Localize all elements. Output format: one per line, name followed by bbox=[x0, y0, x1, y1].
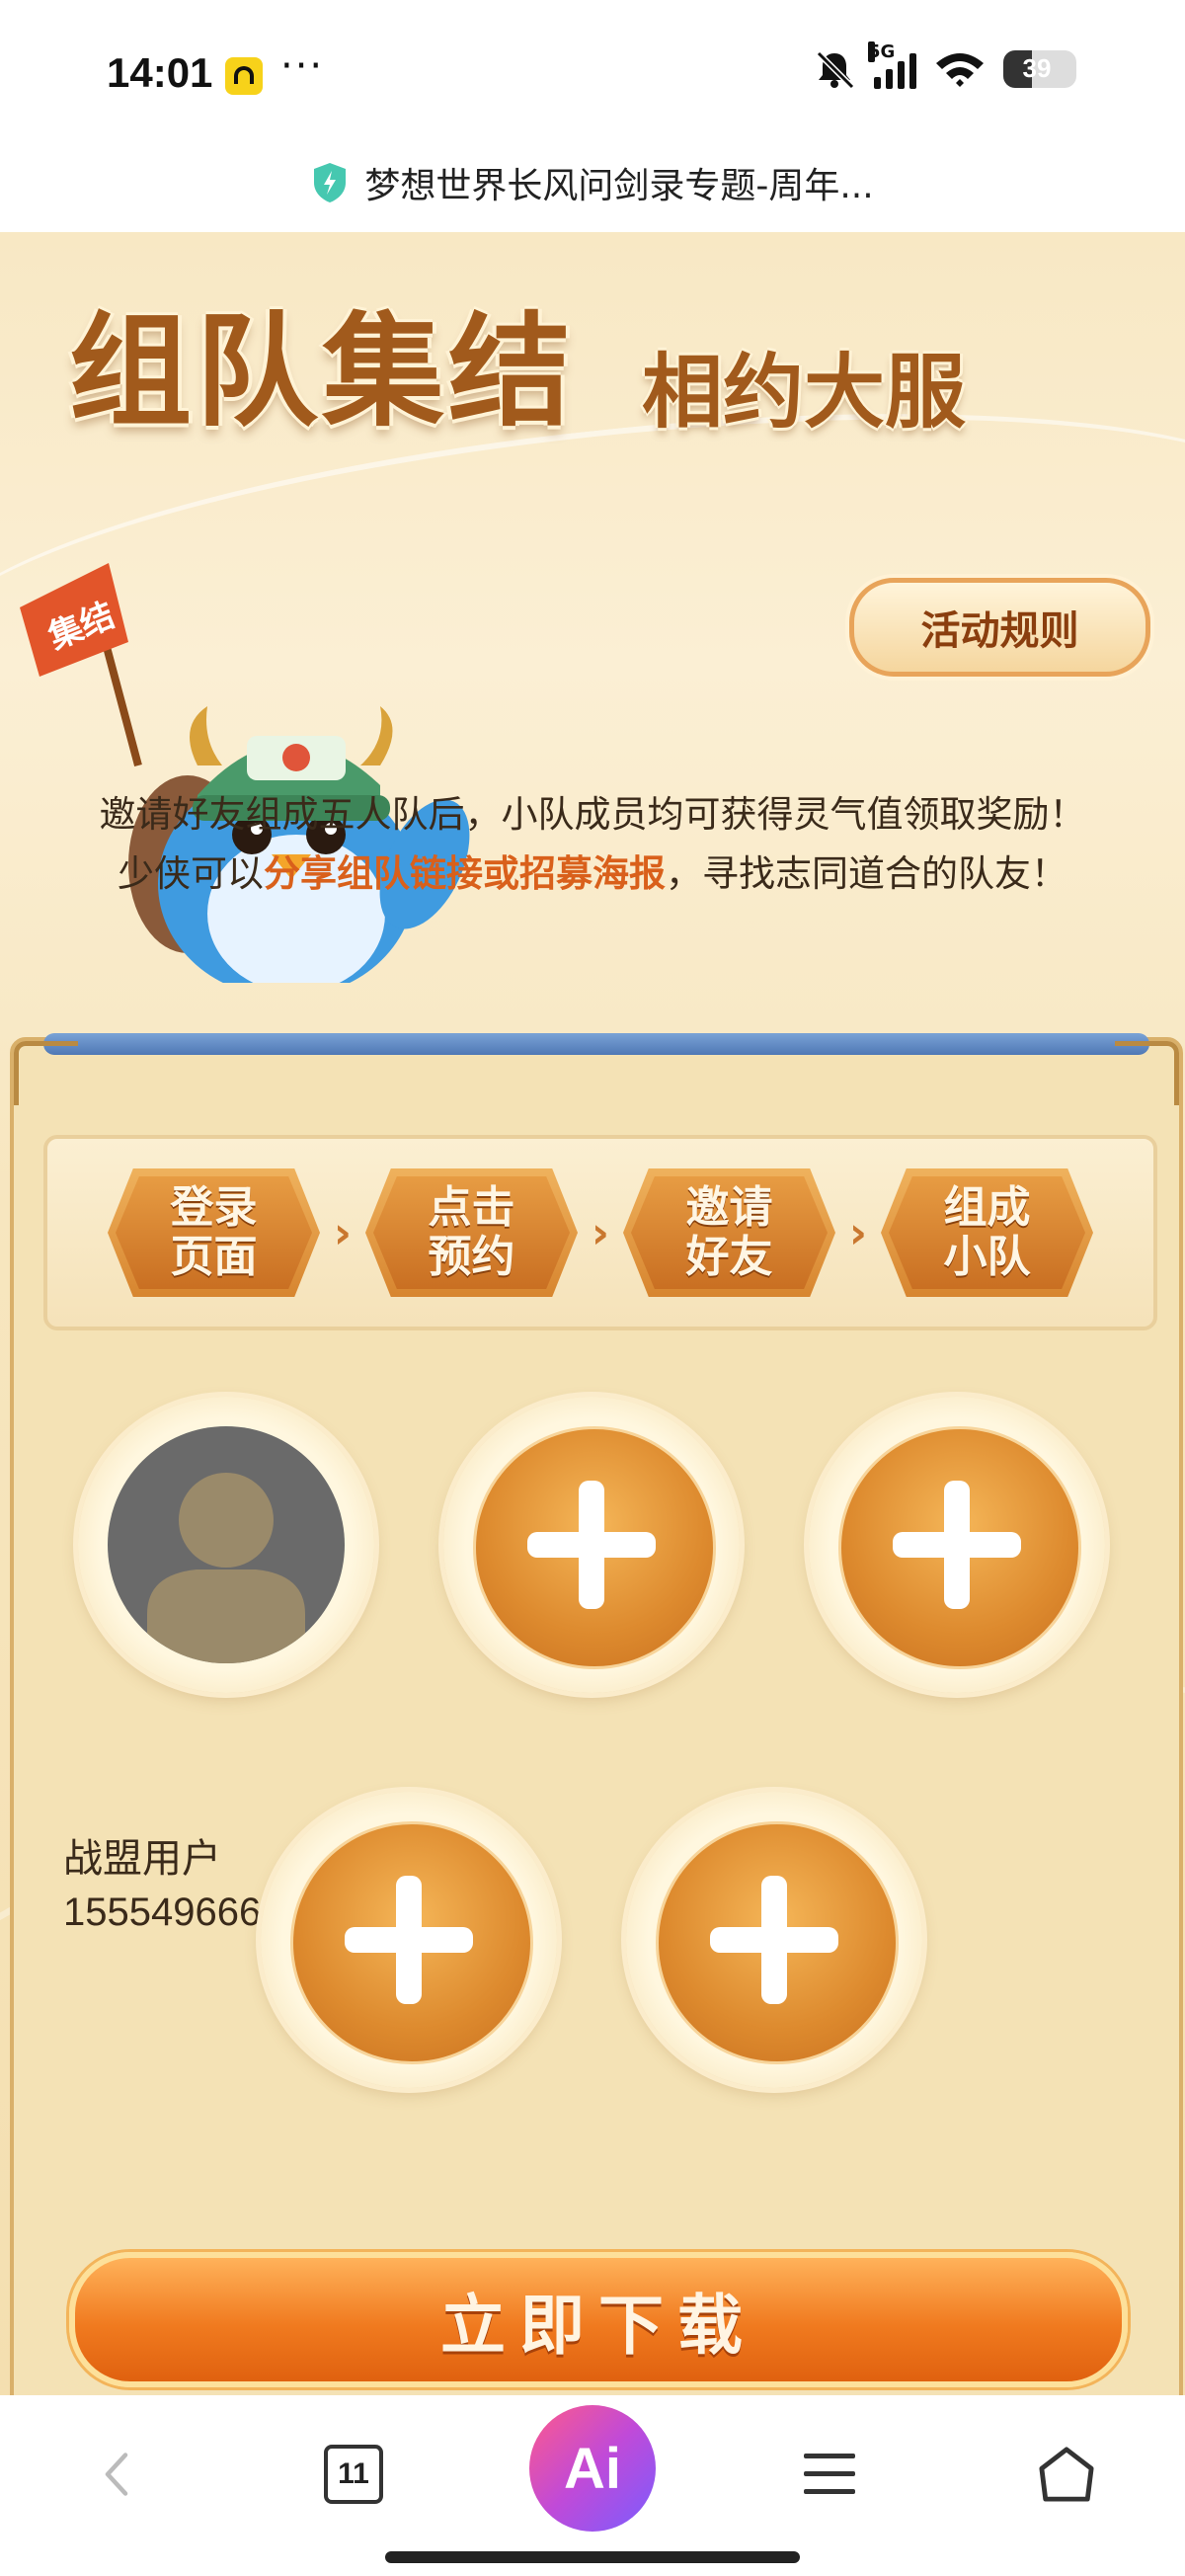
member-id: 155549666 bbox=[63, 1891, 262, 1934]
back-button[interactable] bbox=[77, 2435, 156, 2514]
corner-ornament bbox=[1115, 1041, 1179, 1105]
network-type: 5G bbox=[868, 41, 896, 62]
menu-button[interactable] bbox=[790, 2435, 869, 2514]
step-label: 邀请好友 bbox=[685, 1182, 773, 1282]
app-notification-icon bbox=[225, 57, 263, 95]
banner-title: 组队集结 bbox=[69, 300, 576, 443]
avatar bbox=[108, 1426, 345, 1663]
signal-icon: 5G bbox=[868, 41, 916, 89]
description-suffix: ，寻找志同道合的队友！ bbox=[666, 852, 1067, 895]
chevron-right-icon: › bbox=[848, 1207, 868, 1258]
activity-rules-button[interactable]: 活动规则 bbox=[849, 578, 1150, 677]
invite-slot-button[interactable] bbox=[443, 1397, 740, 1693]
battery-icon: 39 bbox=[1003, 50, 1076, 88]
address-bar[interactable]: 梦想世界长风问剑录专题-周年... bbox=[0, 158, 1185, 207]
corner-ornament bbox=[14, 1041, 78, 1105]
team-card: 登录页面 › 点击预约 › 邀请好友 › 组成小队 战盟用户 155549666 bbox=[10, 1033, 1183, 2395]
chevron-left-icon bbox=[105, 2453, 128, 2496]
invite-slot-button[interactable] bbox=[809, 1397, 1105, 1693]
more-notifications-icon: ··· bbox=[280, 43, 325, 89]
event-description: 邀请好友组成五人队后，小队成员均可获得灵气值领取奖励！ 少侠可以分享组队链接或招… bbox=[0, 785, 1185, 904]
description-prefix: 少侠可以 bbox=[118, 852, 264, 895]
step-login: 登录页面 bbox=[108, 1168, 320, 1297]
invite-slot-button[interactable] bbox=[261, 1792, 557, 2088]
menu-icon bbox=[804, 2454, 855, 2494]
tab-count-icon: 11 bbox=[324, 2445, 383, 2504]
home-button[interactable] bbox=[1027, 2435, 1106, 2514]
plus-icon bbox=[710, 1876, 838, 2004]
description-line-2: 少侠可以分享组队链接或招募海报，寻找志同道合的队友！ bbox=[0, 845, 1185, 904]
mute-bell-icon bbox=[816, 50, 855, 89]
chevron-right-icon: › bbox=[591, 1207, 610, 1258]
plus-icon bbox=[345, 1876, 473, 2004]
plus-icon bbox=[893, 1481, 1021, 1609]
step-label: 登录页面 bbox=[170, 1182, 258, 1282]
step-invite: 邀请好友 bbox=[623, 1168, 835, 1297]
step-flow: 登录页面 › 点击预约 › 邀请好友 › 组成小队 bbox=[43, 1135, 1157, 1330]
event-page: 组队集结 相约大服 集结 活动规则 邀请好友组成五人队后，小队成员均可获得灵气值… bbox=[0, 232, 1185, 2395]
invite-slot-button[interactable] bbox=[626, 1792, 922, 2088]
home-indicator bbox=[385, 2551, 800, 2563]
team-member-slot[interactable] bbox=[78, 1397, 374, 1693]
banner-subtitle: 相约大服 bbox=[642, 345, 967, 440]
step-label: 组成小队 bbox=[943, 1182, 1031, 1282]
chevron-right-icon: › bbox=[333, 1207, 353, 1258]
card-top-trim bbox=[43, 1033, 1149, 1055]
description-line-1: 邀请好友组成五人队后，小队成员均可获得灵气值领取奖励！ bbox=[99, 793, 1086, 836]
ai-assistant-button[interactable]: Ai bbox=[529, 2405, 656, 2532]
step-form-team: 组成小队 bbox=[881, 1168, 1093, 1297]
status-bar: 14:01 ··· 5G 39 梦想世界长风问剑录专题-周年... bbox=[0, 0, 1185, 206]
penguin-mascot-icon: 集结 bbox=[20, 563, 470, 983]
step-label: 点击预约 bbox=[428, 1182, 515, 1282]
page-title: 梦想世界长风问剑录专题-周年... bbox=[364, 166, 874, 206]
share-highlight-text: 分享组队链接或招募海报 bbox=[264, 852, 666, 895]
tabs-button[interactable]: 11 bbox=[314, 2435, 393, 2514]
status-icons: 5G 39 bbox=[813, 41, 1076, 89]
clock: 14:01 bbox=[107, 49, 213, 96]
download-now-button[interactable]: 立即下载 bbox=[69, 2252, 1128, 2387]
wifi-icon bbox=[936, 53, 984, 87]
plus-icon bbox=[527, 1481, 656, 1609]
step-reserve: 点击预约 bbox=[365, 1168, 578, 1297]
secure-shield-icon bbox=[314, 163, 347, 202]
default-user-icon bbox=[147, 1473, 305, 1663]
browser-bottom-nav: 11 Ai bbox=[0, 2395, 1185, 2576]
member-name: 战盟用户 bbox=[63, 1836, 221, 1882]
home-icon bbox=[1039, 2447, 1094, 2502]
battery-percent: 39 bbox=[1022, 53, 1052, 83]
